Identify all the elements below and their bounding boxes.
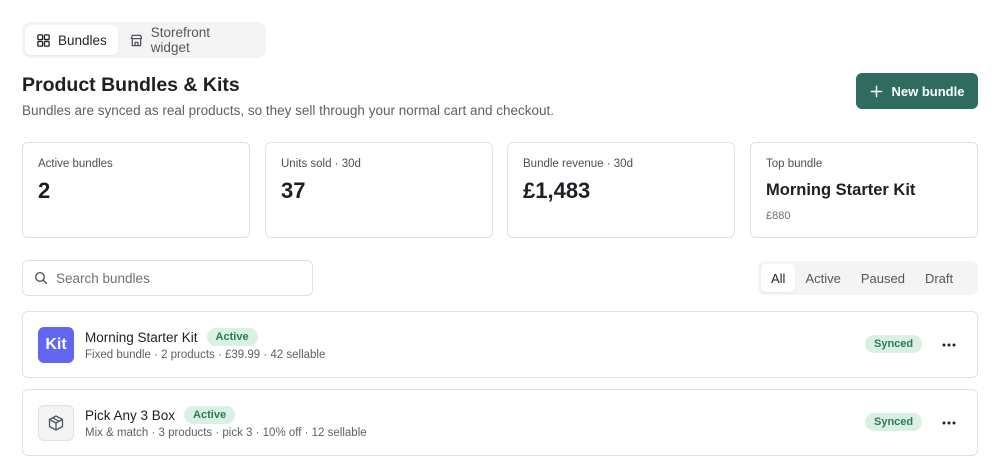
stat-label: Bundle revenue · 30d [523,158,633,170]
stat-value: 37 [281,178,306,203]
filter-all[interactable]: All [761,264,796,292]
bundle-row[interactable]: Kit Morning Starter Kit Active Fixed bun… [22,311,978,378]
sync-badge: Synced [865,335,923,353]
more-horizontal-icon [942,343,956,347]
bundle-row[interactable]: Pick Any 3 Box Active Mix & match · 3 pr… [22,389,978,456]
more-horizontal-icon [942,421,956,425]
search-box [22,260,313,296]
page-subtitle: Bundles are synced as real products, so … [22,103,555,118]
grid-icon [37,33,50,47]
stat-value: £1,483 [523,178,591,203]
bundle-thumbnail [38,405,74,441]
status-filter: All Active Paused Draft [758,261,978,295]
stat-value: Morning Starter Kit [766,181,916,199]
bundle-title: Pick Any 3 Box Active [85,406,236,424]
stat-label: Active bundles [38,158,113,170]
stat-card-top-bundle: Top bundle Morning Starter Kit £880 [750,142,978,238]
store-icon [130,34,143,46]
tab-storefront-widget[interactable]: Storefront widget [118,25,263,55]
filter-active[interactable]: Active [795,264,850,292]
bundle-name: Pick Any 3 Box [85,407,176,423]
more-actions-button[interactable] [937,334,961,356]
filter-paused[interactable]: Paused [851,264,915,292]
sync-badge: Synced [865,413,923,431]
stat-value: 2 [38,178,51,203]
tab-label: Storefront widget [150,25,210,55]
view-tabs: Bundles Storefront widget [22,22,266,58]
new-bundle-label: New bundle [891,83,965,99]
bundle-meta: Fixed bundle · 2 products · £39.99 · 42 … [85,349,326,361]
more-actions-button[interactable] [937,412,961,434]
bundle-title: Morning Starter Kit Active [85,328,258,346]
plus-icon [870,85,882,97]
stat-label: Top bundle [766,158,823,170]
tab-label: Bundles [58,32,107,48]
search-input[interactable] [56,270,286,286]
bundle-thumbnail: Kit [38,327,74,363]
search-icon [34,271,48,285]
stat-card-bundle-revenue: Bundle revenue · 30d £1,483 [507,142,735,238]
stat-sub-value: £880 [766,210,791,222]
stat-label: Units sold · 30d [281,158,361,170]
tab-bundles[interactable]: Bundles [25,25,118,55]
status-badge: Active [184,406,236,424]
status-badge: Active [206,328,258,346]
bundle-name: Morning Starter Kit [85,329,198,345]
new-bundle-button[interactable]: New bundle [856,73,978,109]
stat-card-active-bundles: Active bundles 2 [22,142,250,238]
stat-card-units-sold: Units sold · 30d 37 [265,142,493,238]
bundle-meta: Mix & match · 3 products · pick 3 · 10% … [85,427,367,439]
package-icon [48,415,64,431]
page-title: Product Bundles & Kits [22,74,240,96]
filter-draft[interactable]: Draft [915,264,963,292]
